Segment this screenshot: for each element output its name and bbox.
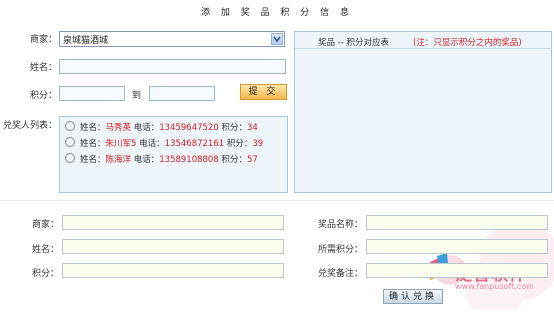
divider	[0, 200, 554, 201]
bottom-points-field[interactable]	[62, 263, 284, 278]
points-to-input[interactable]	[149, 86, 215, 101]
prize-points-table: 奖品 -- 积分对应表 (注：只显示积分之内的奖品)	[294, 31, 552, 193]
list-item[interactable]: 姓名：马秀英 电话：13459647520 积分：34	[65, 121, 258, 133]
points-from-input[interactable]	[59, 86, 125, 101]
name-label: 姓名：	[30, 63, 58, 73]
merchant-select-value: 泉城猫酒城	[63, 36, 109, 46]
name-input[interactable]	[59, 59, 286, 74]
list-item[interactable]: 姓名：陈海洋 电话：13589108808 积分：57	[65, 153, 258, 165]
bottom-name-label: 姓名：	[32, 245, 60, 255]
points-label: 积分：	[30, 91, 58, 101]
winners-label: 兑奖人列表：	[3, 121, 58, 131]
prize-table-note: (注：只显示积分之内的奖品)	[413, 38, 522, 48]
remark-label: 兑奖备注：	[318, 269, 364, 279]
prize-table-title: 奖品 -- 积分对应表	[318, 38, 390, 48]
bottom-merchant-label: 商家：	[32, 220, 60, 230]
winners-list: 姓名：马秀英 电话：13459647520 积分：34 姓名：朱川军5 电话：1…	[59, 116, 288, 193]
bottom-merchant-field[interactable]	[62, 215, 284, 230]
required-points-field[interactable]	[366, 239, 548, 254]
winner-radio[interactable]	[65, 153, 75, 163]
confirm-redeem-button[interactable]: 确认兑换	[383, 289, 443, 304]
points-to-label: 到	[132, 91, 142, 101]
winner-radio[interactable]	[65, 121, 75, 131]
winner-radio[interactable]	[65, 137, 75, 147]
prize-name-field[interactable]	[366, 215, 548, 230]
submit-button[interactable]: 提 交	[240, 84, 287, 100]
bottom-name-field[interactable]	[62, 239, 284, 254]
merchant-label: 商家：	[30, 35, 58, 45]
list-item[interactable]: 姓名：朱川军5 电话：13546872161 积分：39	[65, 137, 263, 149]
bottom-points-label: 积分：	[32, 269, 60, 279]
required-points-label: 所需积分：	[318, 245, 364, 255]
merchant-select[interactable]: 泉城猫酒城	[59, 31, 285, 47]
remark-field[interactable]	[366, 263, 548, 278]
chevron-down-icon[interactable]	[271, 33, 283, 45]
prize-name-label: 奖品名称：	[318, 220, 364, 230]
page-title: 添 加 奖 品 积 分 信 息	[200, 8, 354, 18]
watermark-url: www.fanpusoft.com	[455, 282, 534, 291]
prize-table-header: 奖品 -- 积分对应表 (注：只显示积分之内的奖品)	[295, 32, 551, 49]
